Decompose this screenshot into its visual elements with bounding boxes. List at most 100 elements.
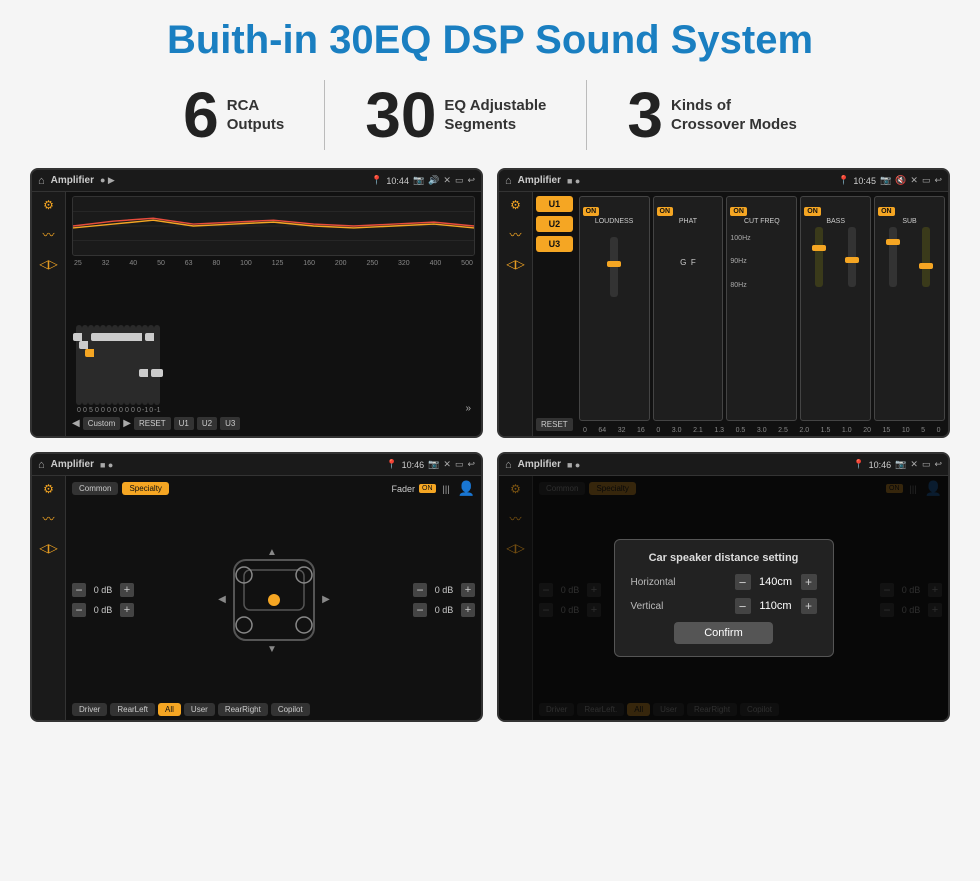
vol-icon-2[interactable]: ◁▷ (506, 257, 524, 271)
stat-label-eq: EQ AdjustableSegments (444, 96, 546, 135)
fader-driver-btn[interactable]: Driver (72, 703, 107, 716)
bass-label: BASS (804, 218, 867, 225)
camera-icon-3: 📷 (428, 459, 439, 470)
cross-panel-phat: ON PHAT G F (653, 196, 724, 421)
cross-screen-content: ⚙ 〰 ◁▷ U1 U2 U3 RESET ON (499, 192, 948, 436)
fader-topbar-dot: ■ ● (100, 460, 113, 470)
minimize-icon: ▭ (455, 175, 464, 186)
cross-panels: ON LOUDNESS ON PHAT (576, 192, 948, 436)
eq-next-btn[interactable]: ▶ (123, 418, 131, 429)
on-badge-cutfreq: ON (730, 207, 747, 216)
wave-icon-3[interactable]: 〰 (42, 510, 54, 527)
cross-reset-btn[interactable]: RESET (536, 414, 573, 432)
eq-u1-btn[interactable]: U1 (174, 417, 194, 430)
cross-title: Amplifier (518, 175, 561, 186)
vol-icon-3[interactable]: ◁▷ (39, 541, 57, 555)
eq-icon[interactable]: ⚙ (43, 198, 54, 212)
page-title: Buith-in 30EQ DSP Sound System (167, 18, 813, 62)
eq-topbar-icons: 📍 10:44 📷 🔊 ✕ ▭ ↩ (371, 175, 475, 186)
fader-rl-val: 0 dB (89, 605, 117, 615)
horizontal-minus-btn[interactable]: − (735, 574, 751, 590)
close-icon: ✕ (443, 175, 451, 186)
eq-graph (72, 196, 475, 256)
svg-text:▲: ▲ (267, 547, 277, 558)
wave-icon[interactable]: 〰 (42, 226, 54, 243)
horizontal-control: − 140cm + (735, 574, 817, 590)
cross-time: 10:45 (853, 176, 876, 186)
dialog-overlay: Car speaker distance setting Horizontal … (499, 476, 948, 720)
fader-label: Fader (392, 484, 416, 494)
wave-icon-2[interactable]: 〰 (509, 226, 521, 243)
fader-screen-content: ⚙ 〰 ◁▷ Common Specialty Fader ON ||| 👤 (32, 476, 481, 720)
u3-btn[interactable]: U3 (536, 236, 573, 252)
eq-icon-2[interactable]: ⚙ (510, 198, 521, 212)
eq-prev-btn[interactable]: ◀ (72, 418, 80, 429)
eq-u2-btn[interactable]: U2 (197, 417, 217, 430)
screen-eq: ⌂ Amplifier ● ▶ 📍 10:44 📷 🔊 ✕ ▭ ↩ ⚙ 〰 ◁▷ (30, 168, 483, 438)
fader-tab-common[interactable]: Common (72, 482, 118, 495)
fader-rr-minus[interactable]: − (413, 603, 427, 617)
eq-sidebar: ⚙ 〰 ◁▷ (32, 192, 66, 436)
on-badge-bass: ON (804, 207, 821, 216)
dialog-screen-title: Amplifier (518, 459, 561, 470)
fader-tab-specialty[interactable]: Specialty (122, 482, 168, 495)
fader-rl-plus[interactable]: + (120, 603, 134, 617)
vertical-minus-btn[interactable]: − (735, 598, 751, 614)
dialog-topbar-icons: 📍 10:46 📷 ✕ ▭ ↩ (853, 459, 942, 470)
fader-car-area: − 0 dB + − 0 dB + (72, 501, 475, 699)
fader-rl-minus[interactable]: − (72, 603, 86, 617)
horizontal-label: Horizontal (631, 577, 676, 588)
fader-topbar: ⌂ Amplifier ■ ● 📍 10:46 📷 ✕ ▭ ↩ (32, 454, 481, 476)
dialog-topbar-dot: ■ ● (567, 460, 580, 470)
home-icon: ⌂ (38, 175, 45, 187)
fader-bottom-row: Driver RearLeft All User RearRight Copil… (72, 703, 475, 716)
svg-text:▼: ▼ (267, 644, 277, 655)
eq-u3-btn[interactable]: U3 (220, 417, 240, 430)
fader-rr-plus[interactable]: + (461, 603, 475, 617)
u1-btn[interactable]: U1 (536, 196, 573, 212)
fader-person-icon: 👤 (458, 480, 475, 497)
screen-fader: ⌂ Amplifier ■ ● 📍 10:46 📷 ✕ ▭ ↩ ⚙ 〰 ◁▷ (30, 452, 483, 722)
fader-right-controls: − 0 dB + − 0 dB + (413, 583, 475, 617)
horizontal-plus-btn[interactable]: + (801, 574, 817, 590)
fader-fl-minus[interactable]: − (72, 583, 86, 597)
eq-more-btn[interactable]: » (465, 403, 471, 414)
fader-all-btn[interactable]: All (158, 703, 181, 716)
sub-label: SUB (878, 218, 941, 225)
dialog-horizontal-row: Horizontal − 140cm + (631, 574, 817, 590)
u2-btn[interactable]: U2 (536, 216, 573, 232)
volume-icon: 🔊 (428, 175, 439, 186)
fader-topbar-icons: 📍 10:46 📷 ✕ ▭ ↩ (386, 459, 475, 470)
on-badge-phat: ON (657, 207, 674, 216)
eq-preset-label: Custom (83, 417, 121, 430)
confirm-button[interactable]: Confirm (674, 622, 773, 644)
cutfreq-label: CUT FREQ (730, 218, 793, 225)
stat-label-crossover: Kinds ofCrossover Modes (671, 96, 797, 135)
eq-icon-3[interactable]: ⚙ (43, 482, 54, 496)
cross-sidebar: ⚙ 〰 ◁▷ (499, 192, 533, 436)
eq-bottom-bar: ◀ Custom ▶ RESET U1 U2 U3 (72, 414, 475, 432)
cross-topbar: ⌂ Amplifier ■ ● 📍 10:45 📷 🔇 ✕ ▭ ↩ (499, 170, 948, 192)
dialog-box: Car speaker distance setting Horizontal … (614, 539, 834, 657)
fader-copilot-btn[interactable]: Copilot (271, 703, 310, 716)
back-icon-3: ↩ (467, 459, 475, 470)
fader-rearleft-btn[interactable]: RearLeft (110, 703, 155, 716)
fader-fl-plus[interactable]: + (120, 583, 134, 597)
eq-reset-btn[interactable]: RESET (134, 417, 171, 430)
screen-dialog: ⌂ Amplifier ■ ● 📍 10:46 📷 ✕ ▭ ↩ ⚙ 〰 ◁▷ (497, 452, 950, 722)
phat-label: PHAT (657, 218, 720, 225)
fader-fr-plus[interactable]: + (461, 583, 475, 597)
fader-user-btn[interactable]: User (184, 703, 215, 716)
stat-crossover: 3 Kinds ofCrossover Modes (587, 83, 836, 147)
cross-panel-cutfreq: ON CUT FREQ 100Hz90Hz80Hz (726, 196, 797, 421)
location-icon: 📍 (371, 175, 382, 186)
fader-fr-minus[interactable]: − (413, 583, 427, 597)
cross-panel-loudness: ON LOUDNESS (579, 196, 650, 421)
eq-freq-labels: 25 32 40 50 63 80 100 125 160 200 250 32… (72, 260, 475, 267)
vol-icon[interactable]: ◁▷ (39, 257, 57, 271)
screen-crossover: ⌂ Amplifier ■ ● 📍 10:45 📷 🔇 ✕ ▭ ↩ ⚙ 〰 ◁▷ (497, 168, 950, 438)
vertical-plus-btn[interactable]: + (801, 598, 817, 614)
fader-db-rr: − 0 dB + (413, 603, 475, 617)
vertical-value: 110cm (755, 600, 797, 612)
fader-rearright-btn[interactable]: RearRight (218, 703, 268, 716)
